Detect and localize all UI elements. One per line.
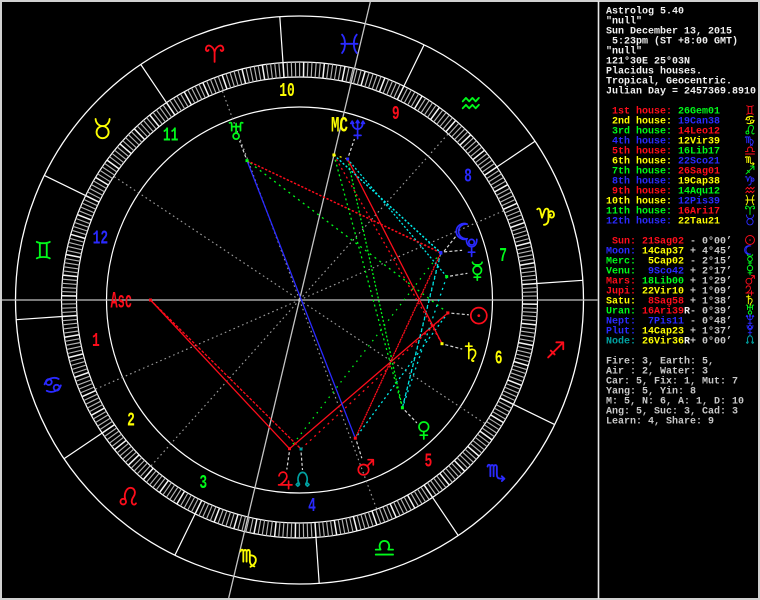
svg-text:+ 0°00’: + 0°00’ [690,336,732,348]
svg-text:2: 2 [127,409,135,431]
svg-text:12th house:: 12th house: [606,216,672,228]
svg-text:11: 11 [163,124,179,146]
svg-text:22Tau21: 22Tau21 [678,217,720,228]
svg-text:3: 3 [199,471,207,493]
svg-text:Learn: 4, Share: 9: Learn: 4, Share: 9 [606,416,714,428]
svg-text:5: 5 [425,450,433,472]
svg-text:6: 6 [495,347,503,369]
svg-text:MC: MC [331,114,348,139]
svg-text:Julian Day = 2457369.8910: Julian Day = 2457369.8910 [606,86,756,98]
svg-text:8: 8 [464,165,472,187]
svg-text:9: 9 [392,103,400,125]
svg-text:12: 12 [93,227,109,249]
svg-text:1: 1 [92,330,100,352]
svg-text:Asc: Asc [111,289,133,315]
svg-text:10: 10 [279,80,295,102]
svg-text:4: 4 [308,495,316,517]
svg-text:Node:: Node: [606,336,636,348]
svg-text:26Vir36: 26Vir36 [642,336,684,348]
svg-text:7: 7 [499,245,507,267]
